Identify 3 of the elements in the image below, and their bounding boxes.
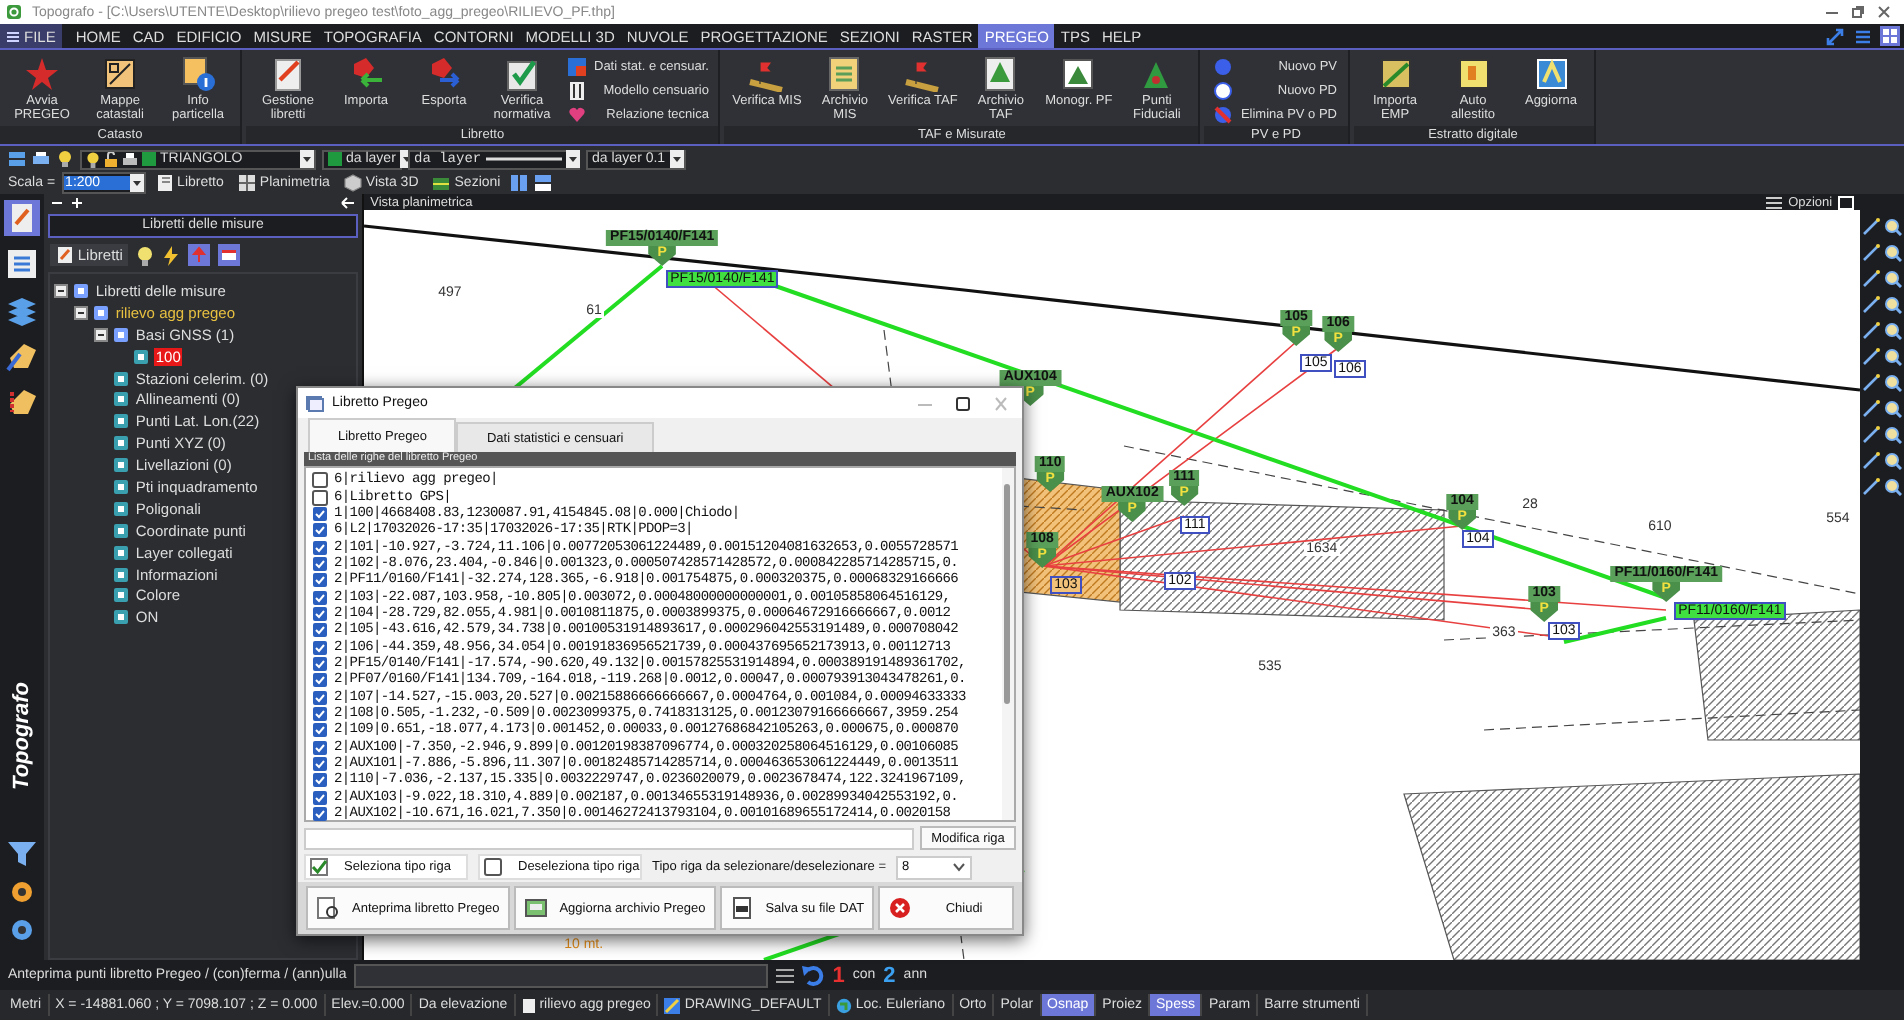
confirm-key: 1 [832, 963, 845, 987]
cancel-key: 2 [883, 963, 896, 987]
side-label: Topografo [9, 682, 34, 790]
